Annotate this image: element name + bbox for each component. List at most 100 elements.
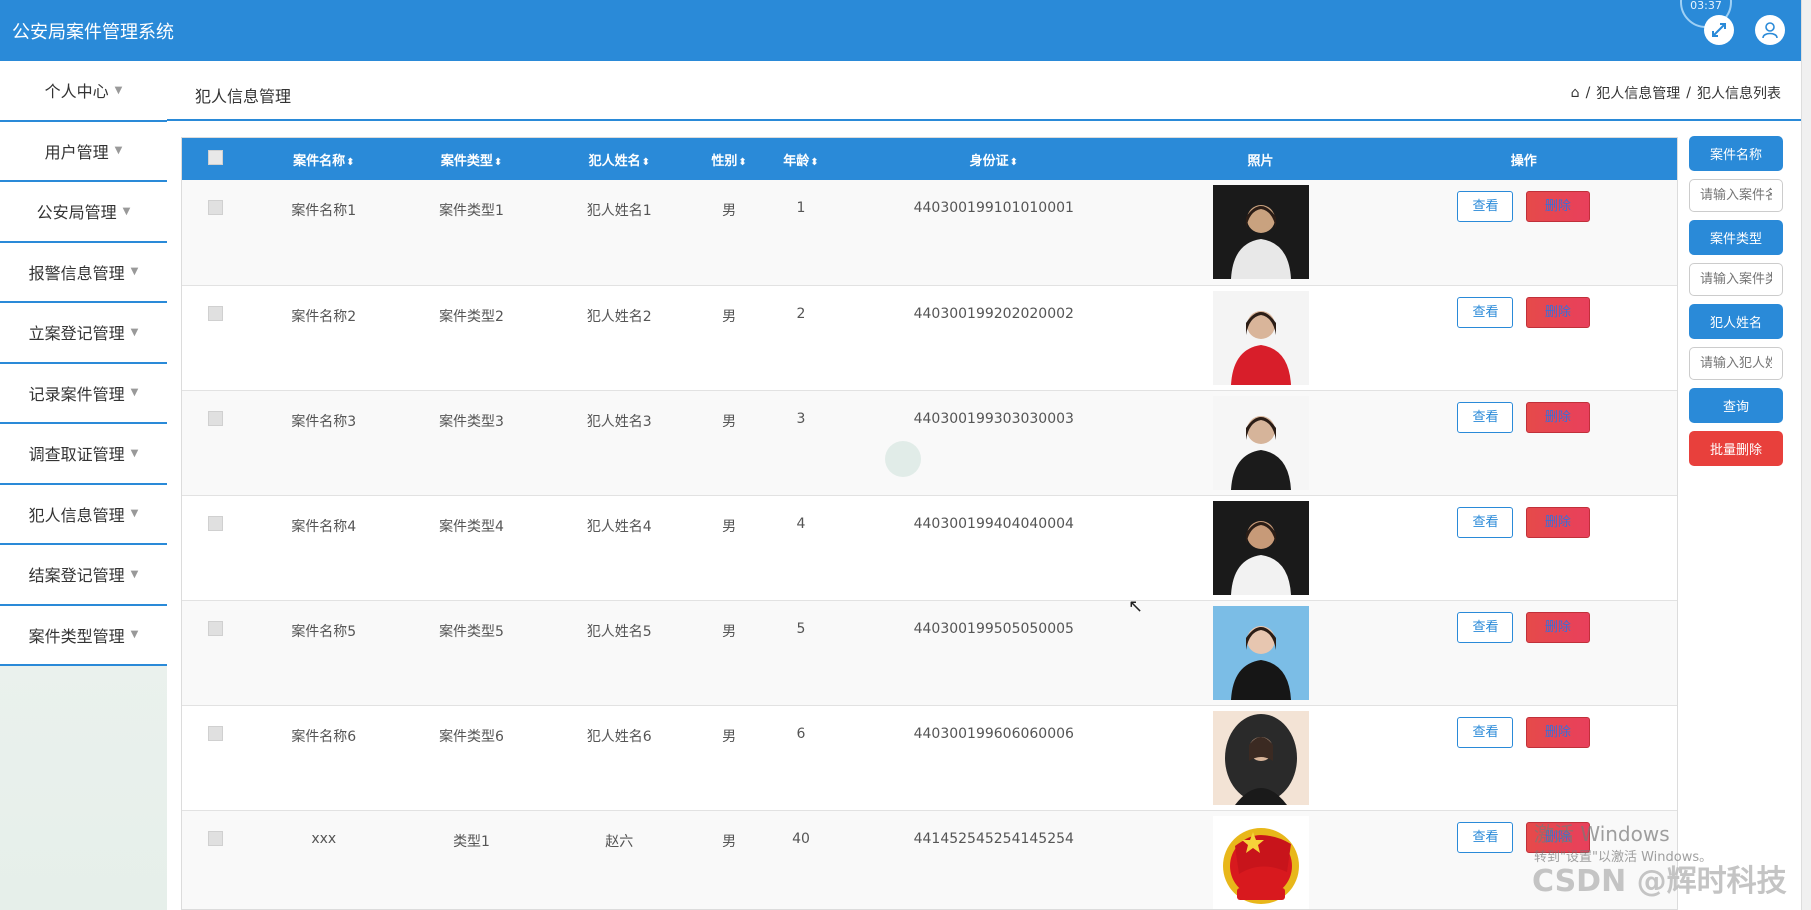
table-row: 案件名称6 案件类型6 犯人姓名6 男 6 440300199606060006…	[182, 705, 1677, 810]
sidebar-item-case-type[interactable]: 案件类型管理 ▼	[0, 605, 167, 666]
batch-delete-button[interactable]: 批量删除	[1689, 431, 1783, 466]
view-button[interactable]: 查看	[1457, 401, 1514, 433]
breadcrumb: ⌂ / 犯人信息管理 / 犯人信息列表	[1571, 83, 1781, 103]
cell-case-type: 类型1	[453, 833, 490, 850]
woman-blue-background-photo[interactable]	[1212, 605, 1309, 700]
cell-age: 6	[796, 725, 806, 742]
view-button[interactable]: 查看	[1457, 716, 1514, 748]
user-icon[interactable]	[1755, 15, 1785, 45]
sidebar-item-case-records[interactable]: 记录案件管理 ▼	[0, 363, 167, 424]
delete-button[interactable]: 删除	[1525, 611, 1590, 643]
sidebar-item-criminal-info[interactable]: 犯人信息管理 ▼	[0, 484, 167, 545]
criminal-name-input[interactable]	[1689, 347, 1783, 380]
view-button[interactable]: 查看	[1457, 191, 1514, 222]
cell-gender: 男	[722, 728, 737, 745]
cell-id-card: 441452545254145254	[913, 830, 1074, 847]
cell-age: 2	[796, 305, 806, 322]
home-icon[interactable]: ⌂	[1571, 85, 1580, 101]
sidebar-item-case-registration[interactable]: 立案登记管理 ▼	[0, 303, 167, 364]
table-row: 案件名称4 案件类型4 犯人姓名4 男 4 440300199404040004…	[182, 495, 1677, 600]
row-checkbox[interactable]	[208, 410, 224, 426]
caret-down-icon: ▼	[130, 629, 139, 641]
cell-case-name: 案件名称2	[291, 308, 357, 325]
cell-case-type: 案件类型1	[439, 203, 504, 219]
sidebar-item-alarm-info[interactable]: 报警信息管理 ▼	[0, 242, 167, 303]
query-button[interactable]: 查询	[1689, 388, 1783, 423]
case-name-input[interactable]	[1689, 179, 1783, 212]
column-header-case-name[interactable]: 案件名称⬍	[250, 138, 398, 180]
delete-button[interactable]: 删除	[1525, 506, 1590, 538]
caret-down-icon: ▼	[130, 447, 139, 459]
criminal-name-label: 犯人姓名	[1689, 304, 1783, 339]
cell-case-type: 案件类型6	[439, 728, 504, 745]
delete-button[interactable]: 删除	[1525, 296, 1590, 328]
breadcrumb-item[interactable]: 犯人信息管理	[1596, 83, 1680, 103]
page-title: 犯人信息管理	[195, 87, 292, 106]
row-checkbox[interactable]	[208, 830, 224, 846]
caret-down-icon: ▼	[122, 205, 131, 217]
table-row: 案件名称2 案件类型2 犯人姓名2 男 2 440300199202020002…	[182, 285, 1677, 390]
sidebar-item-case-closing[interactable]: 结案登记管理 ▼	[0, 545, 167, 606]
row-checkbox[interactable]	[208, 725, 224, 741]
woman-black-suit-photo[interactable]	[1212, 395, 1309, 490]
delete-button[interactable]: 删除	[1525, 401, 1590, 433]
sidebar-item-label: 用户管理	[44, 142, 109, 162]
search-panel: 案件名称 案件类型 犯人姓名 查询 批量删除	[1689, 136, 1783, 474]
table-row: 案件名称1 案件类型1 犯人姓名1 男 1 440300199101010001…	[182, 180, 1677, 285]
cell-gender: 男	[722, 518, 737, 535]
cell-id-card: 440300199303030003	[913, 410, 1074, 427]
cell-gender: 男	[722, 413, 737, 430]
case-type-input[interactable]	[1689, 263, 1783, 296]
cell-criminal-name: 犯人姓名3	[586, 413, 652, 430]
row-checkbox[interactable]	[208, 305, 224, 321]
cell-case-name: 案件名称1	[291, 203, 357, 219]
sidebar-item-personal-center[interactable]: 个人中心 ▼	[0, 61, 167, 122]
cell-gender: 男	[722, 203, 737, 219]
cell-gender: 男	[722, 308, 737, 325]
sidebar-item-user-management[interactable]: 用户管理 ▼	[0, 121, 167, 182]
column-header-criminal-name[interactable]: 犯人姓名⬍	[545, 138, 693, 180]
column-header-operations: 操作	[1510, 153, 1537, 169]
cell-gender: 男	[722, 833, 737, 850]
view-button[interactable]: 查看	[1457, 506, 1514, 538]
caret-down-icon: ▼	[114, 84, 123, 96]
caret-down-icon: ▼	[130, 266, 139, 278]
column-header-age[interactable]: 年龄⬍	[765, 138, 837, 180]
select-all-checkbox[interactable]	[208, 149, 224, 165]
row-checkbox[interactable]	[208, 620, 224, 636]
sidebar-item-label: 结案登记管理	[28, 566, 125, 586]
csdn-watermark: CSDN @辉时科技	[1532, 864, 1787, 899]
column-header-case-type[interactable]: 案件类型⬍	[398, 138, 546, 180]
cell-criminal-name: 犯人姓名4	[586, 518, 652, 535]
row-checkbox[interactable]	[208, 515, 224, 531]
woman-red-jacket-photo[interactable]	[1212, 290, 1309, 385]
breadcrumb-item[interactable]: 犯人信息列表	[1697, 83, 1781, 103]
column-header-id-card[interactable]: 身份证⬍	[837, 138, 1151, 180]
woman-white-suit-photo[interactable]	[1212, 500, 1309, 595]
row-checkbox[interactable]	[208, 200, 224, 215]
page-scrollbar[interactable]	[1801, 0, 1811, 910]
cell-gender: 男	[722, 623, 737, 640]
man-in-suit-photo[interactable]	[1212, 185, 1309, 279]
woman-oval-portrait-photo[interactable]	[1212, 710, 1309, 805]
cell-age: 3	[796, 410, 806, 427]
column-header-gender[interactable]: 性别⬍	[693, 138, 765, 180]
cell-id-card: 440300199404040004	[913, 515, 1074, 532]
sidebar-item-label: 记录案件管理	[28, 384, 125, 404]
view-button[interactable]: 查看	[1457, 821, 1514, 853]
sidebar-item-label: 案件类型管理	[28, 626, 125, 646]
case-name-label: 案件名称	[1689, 136, 1783, 171]
delete-button[interactable]: 删除	[1525, 191, 1590, 222]
sidebar-item-evidence[interactable]: 调查取证管理 ▼	[0, 424, 167, 485]
loading-indicator	[885, 441, 921, 477]
view-button[interactable]: 查看	[1457, 296, 1514, 328]
youth-league-emblem-photo[interactable]	[1212, 815, 1309, 909]
view-button[interactable]: 查看	[1457, 611, 1514, 643]
caret-down-icon: ▼	[130, 568, 139, 580]
sidebar-item-police-bureau[interactable]: 公安局管理 ▼	[0, 182, 167, 243]
expand-icon[interactable]	[1704, 15, 1734, 45]
delete-button[interactable]: 删除	[1525, 716, 1590, 748]
cell-id-card: 440300199505050005	[913, 620, 1074, 637]
table-row: 案件名称3 案件类型3 犯人姓名3 男 3 440300199303030003…	[182, 390, 1677, 495]
caret-down-icon: ▼	[130, 326, 139, 338]
